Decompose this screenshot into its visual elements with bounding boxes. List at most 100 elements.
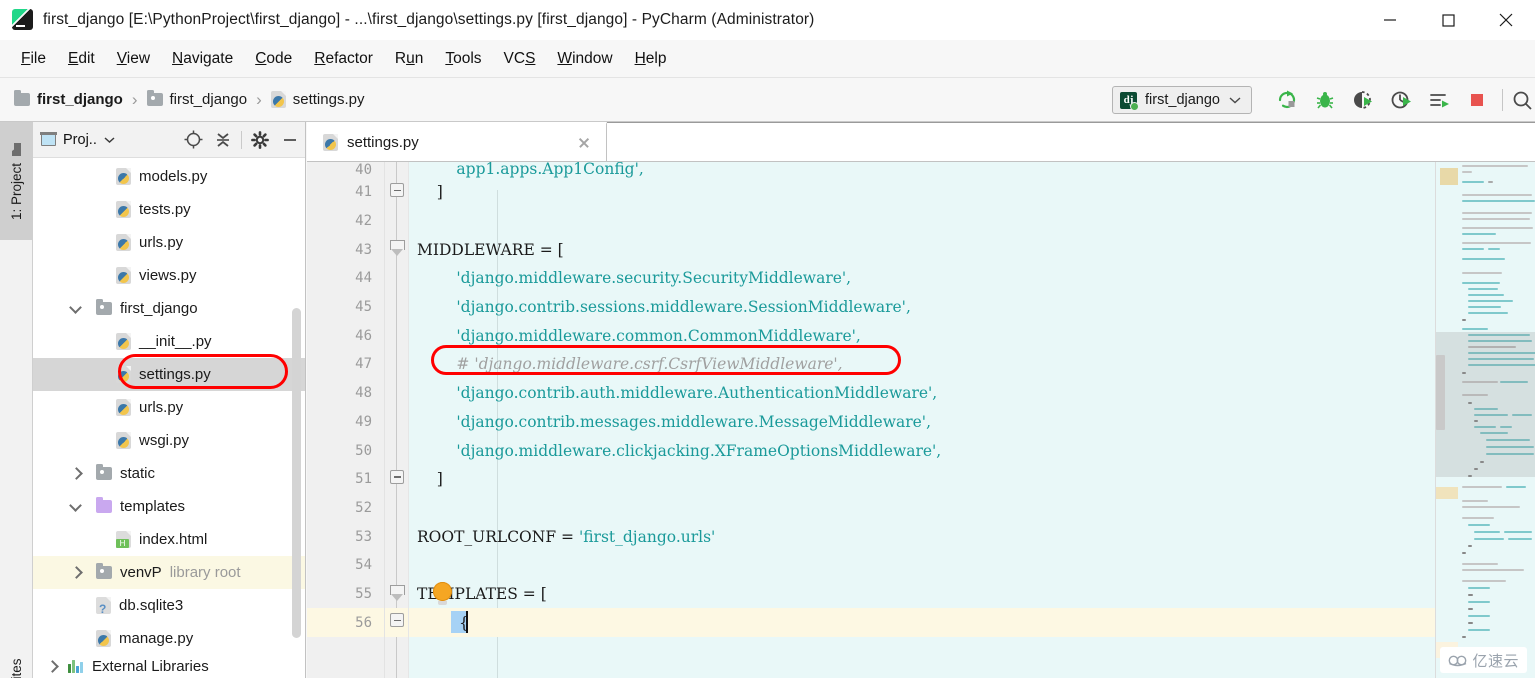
minimap-scroll-handle[interactable] <box>1436 355 1445 430</box>
project-panel-title[interactable]: Proj.. <box>40 132 115 148</box>
toolbar-divider <box>1502 89 1503 111</box>
list-item[interactable]: db.sqlite3 <box>33 589 305 622</box>
fold-start-icon[interactable] <box>390 613 404 628</box>
list-item[interactable]: tests.py <box>33 193 305 226</box>
breadcrumb-item-file[interactable]: settings.py <box>270 91 364 108</box>
folder-purple-icon <box>96 497 112 513</box>
close-icon[interactable] <box>576 135 592 151</box>
profile-icon[interactable] <box>1382 78 1420 122</box>
code-minimap[interactable] <box>1435 162 1535 678</box>
list-item[interactable]: manage.py <box>33 622 305 655</box>
fold-start-icon[interactable] <box>390 240 405 258</box>
select-opened-file-icon[interactable] <box>178 122 208 158</box>
fold-start-icon[interactable] <box>390 584 405 603</box>
menu-view[interactable]: View <box>106 46 161 72</box>
line-number: 50 <box>355 442 372 459</box>
list-item[interactable]: urls.py <box>33 391 305 424</box>
search-icon[interactable] <box>1509 78 1535 122</box>
chevron-down-icon[interactable] <box>71 501 82 512</box>
rerun-icon[interactable] <box>1268 78 1306 122</box>
stop-icon[interactable] <box>1458 78 1496 122</box>
lightbulb-icon[interactable] <box>433 581 452 605</box>
code-text: ROOT_URLCONF = <box>417 527 579 546</box>
run-list-icon[interactable] <box>1420 78 1458 122</box>
chevron-down-icon[interactable] <box>71 303 82 314</box>
list-item[interactable]: models.py <box>33 160 305 193</box>
breadcrumb-item-project[interactable]: first_django <box>14 90 123 108</box>
menu-edit[interactable]: Edit <box>57 46 106 72</box>
tab-settings-py[interactable]: settings.py <box>307 122 607 161</box>
menu-refactor[interactable]: Refactor <box>303 46 384 72</box>
list-item[interactable]: static <box>33 457 305 490</box>
hide-icon[interactable] <box>275 122 305 158</box>
breadcrumb-item-module[interactable]: first_django <box>146 90 248 108</box>
menu-window[interactable]: Window <box>546 46 623 72</box>
minimap-marker <box>1440 168 1458 185</box>
python-file-icon <box>96 630 111 647</box>
project-tree-scrollbar[interactable] <box>292 308 301 638</box>
chevron-right-icon[interactable] <box>71 468 82 479</box>
run-configuration-selector[interactable]: dj first_django <box>1112 86 1252 114</box>
line-number: 48 <box>355 385 372 402</box>
title-bar: first_django [E:\PythonProject\first_dja… <box>0 0 1535 40</box>
code-text: ] <box>417 183 443 202</box>
list-item[interactable]: templates <box>33 490 305 523</box>
menu-tools[interactable]: Tools <box>434 46 492 72</box>
minimize-button[interactable] <box>1361 0 1419 40</box>
minimap-viewport[interactable] <box>1436 332 1535 477</box>
tree-item-label: first_django <box>120 300 198 317</box>
cloud-icon <box>1448 654 1468 667</box>
menu-vcs[interactable]: VCS <box>493 46 547 72</box>
list-item[interactable]: first_django <box>33 292 305 325</box>
breadcrumb-separator-icon: › <box>131 89 138 109</box>
editor-text[interactable]: app1.apps.App1Config', ] MIDDLEWARE = [ … <box>409 162 1535 678</box>
chevron-right-icon[interactable] <box>71 567 82 578</box>
code-editor[interactable]: 40 41 42 43 44 45 46 47 48 49 50 51 52 5… <box>307 162 1535 678</box>
code-text: MIDDLEWARE = [ <box>417 240 564 259</box>
line-number: 40 <box>355 162 372 178</box>
close-button[interactable] <box>1477 0 1535 40</box>
gear-icon[interactable] <box>245 122 275 158</box>
python-file-icon <box>116 168 131 185</box>
code-text: 'django.middleware.clickjacking.XFrameOp… <box>417 441 942 460</box>
list-item[interactable]: views.py <box>33 259 305 292</box>
fold-end-icon[interactable] <box>390 183 404 197</box>
collapse-all-icon[interactable] <box>208 122 238 158</box>
sidebar-item-project[interactable]: 1: Project <box>0 122 33 240</box>
menu-code[interactable]: Code <box>244 46 303 72</box>
debug-bug-icon[interactable] <box>1306 78 1344 122</box>
code-text: ] <box>417 470 443 489</box>
menu-help[interactable]: Help <box>624 46 678 72</box>
tree-item-suffix: library root <box>169 564 241 581</box>
maximize-button[interactable] <box>1419 0 1477 40</box>
line-number: 55 <box>355 585 372 602</box>
line-number: 43 <box>355 241 372 258</box>
chevron-right-icon[interactable] <box>47 661 58 672</box>
tree-item-label: manage.py <box>119 630 194 647</box>
breadcrumb-label: first_django <box>169 91 248 108</box>
library-icon <box>68 659 84 673</box>
run-with-coverage-icon[interactable] <box>1344 78 1382 122</box>
list-item[interactable]: __init__.py <box>33 325 305 358</box>
list-item[interactable]: External Libraries <box>33 655 305 677</box>
menu-run[interactable]: Run <box>384 46 434 72</box>
list-item[interactable]: urls.py <box>33 226 305 259</box>
list-item[interactable]: venvP library root <box>33 556 305 589</box>
menu-file[interactable]: File <box>10 46 57 72</box>
line-number: 46 <box>355 327 372 344</box>
menu-navigate[interactable]: Navigate <box>161 46 244 72</box>
line-number: 45 <box>355 299 372 316</box>
tab-bar-empty-space <box>607 122 1535 161</box>
sidebar-item-settings-py[interactable]: settings.py <box>33 358 305 391</box>
chevron-down-icon <box>1229 97 1241 104</box>
text-caret <box>466 611 468 634</box>
editor-fold-column[interactable] <box>385 162 409 678</box>
run-configuration-name: first_django <box>1145 92 1220 108</box>
tree-item-label: static <box>120 465 156 482</box>
list-item[interactable]: wsgi.py <box>33 424 305 457</box>
fold-end-icon[interactable] <box>390 469 404 484</box>
project-tree: models.py tests.py urls.py views.py firs… <box>33 158 305 678</box>
sidebar-item-favorites[interactable]: rites <box>0 642 33 678</box>
watermark-text: 亿速云 <box>1472 652 1519 670</box>
list-item[interactable]: index.html <box>33 523 305 556</box>
